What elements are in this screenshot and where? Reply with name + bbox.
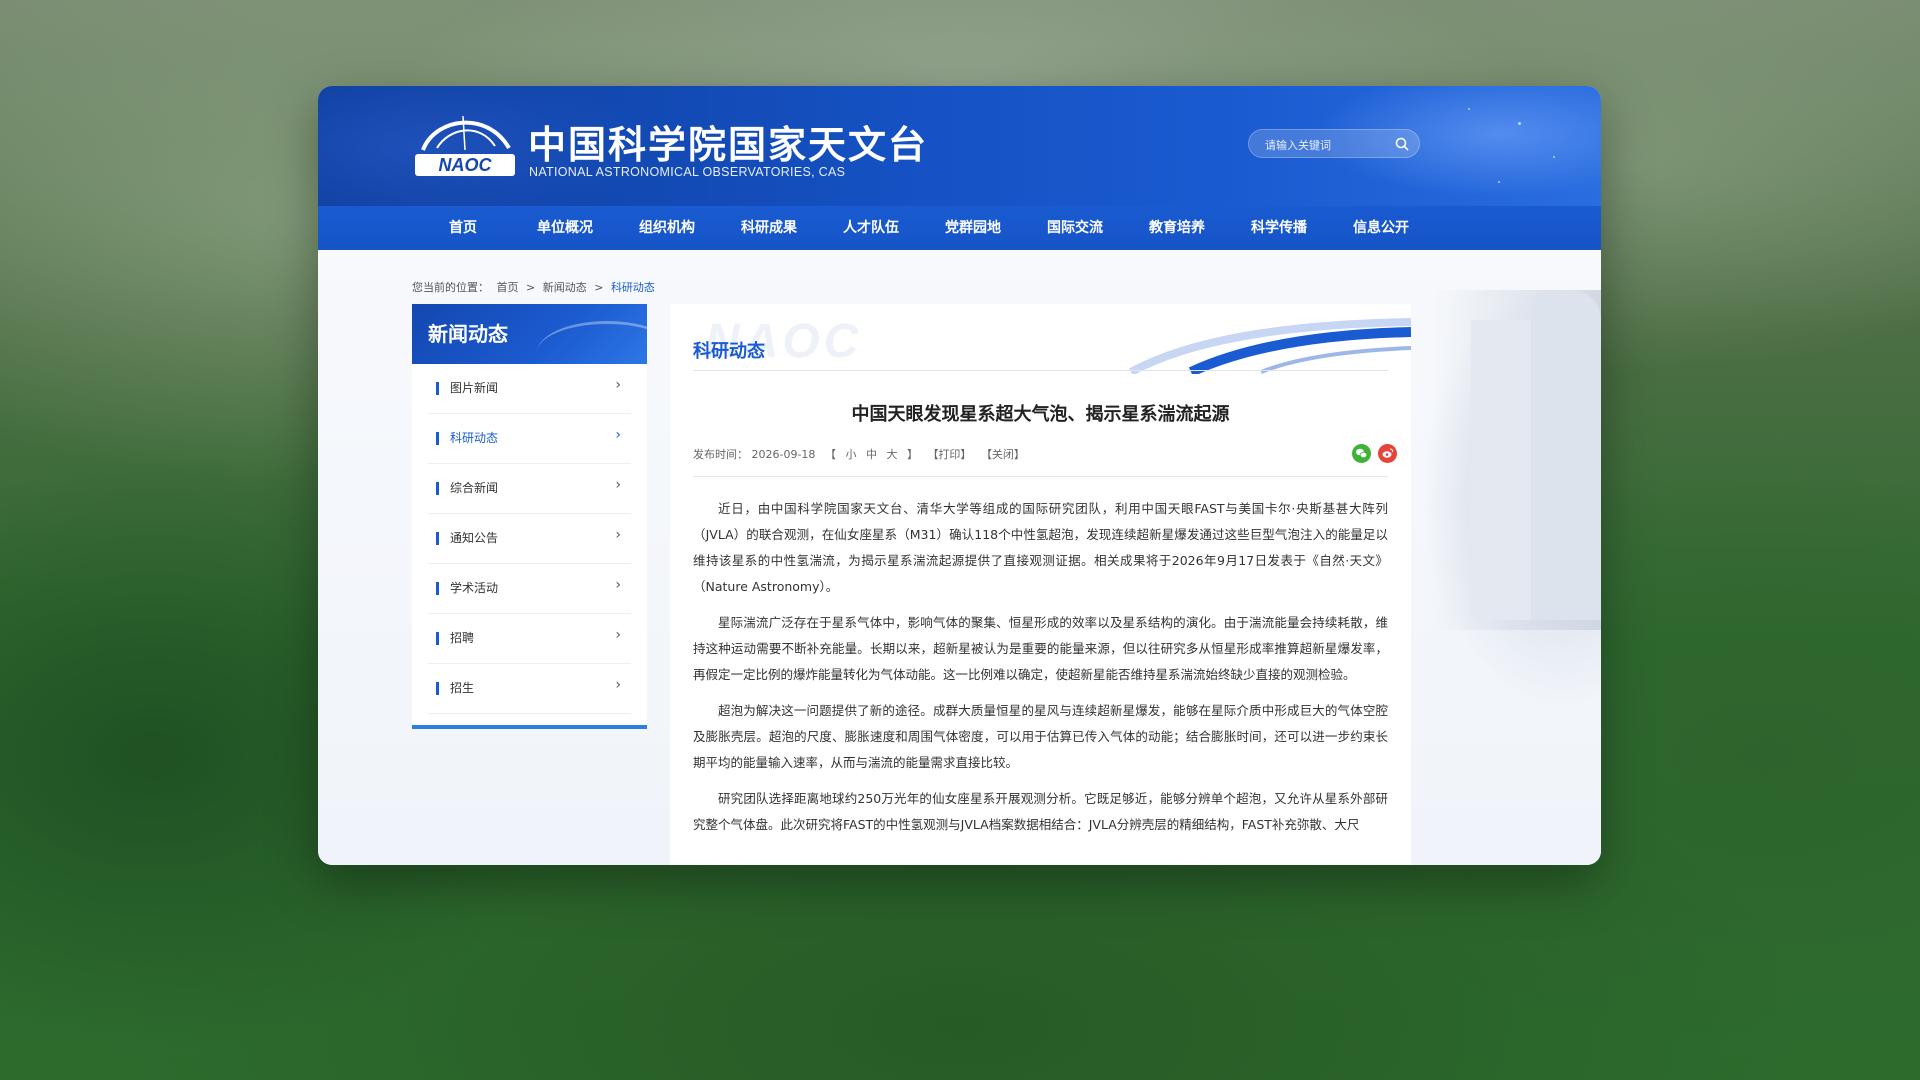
- nav-item-talent[interactable]: 人才队伍: [843, 206, 899, 250]
- sidebar-item-academic[interactable]: 学术活动 ›: [428, 564, 631, 614]
- sidebar-item-research-news[interactable]: 科研动态 ›: [428, 414, 631, 464]
- building-illustration: [1431, 290, 1601, 630]
- breadcrumb-news[interactable]: 新闻动态: [543, 281, 587, 294]
- article-paragraph: 近日，由中国科学院国家天文台、清华大学等组成的国际研究团队，利用中国天眼FAST…: [693, 501, 1388, 594]
- sidebar-item-marker: [436, 382, 439, 395]
- nav-item-about[interactable]: 单位概况: [537, 206, 593, 250]
- nav-item-home[interactable]: 首页: [449, 206, 477, 250]
- sidebar-item-label: 招聘: [450, 631, 475, 645]
- article-meta: 发布时间： 2026-09-18 【 小 中 大 】 【打印】 【关闭】: [693, 446, 1025, 462]
- search-box: [1248, 129, 1420, 158]
- sidebar-item-marker: [436, 682, 439, 695]
- sidebar-item-marker: [436, 482, 439, 495]
- site-header: NAOC 中国科学院国家天文台 NATIONAL ASTRONOMICAL OB…: [318, 86, 1601, 206]
- nav-item-disclosure[interactable]: 信息公开: [1353, 206, 1409, 250]
- decor-star: [1553, 156, 1555, 158]
- site-title-en: NATIONAL ASTRONOMICAL OBSERVATORIES, CAS: [529, 165, 846, 179]
- font-size-small-button[interactable]: 小: [845, 448, 856, 461]
- sidebar-item-general-news[interactable]: 综合新闻 ›: [428, 464, 631, 514]
- chevron-right-icon: ›: [615, 377, 621, 393]
- main-nav: 首页 单位概况 组织机构 科研成果 人才队伍 党群园地 国际交流 教育培养 科学…: [318, 206, 1601, 250]
- sidebar-item-label: 综合新闻: [450, 481, 499, 495]
- nav-item-party[interactable]: 党群园地: [945, 206, 1001, 250]
- sidebar-footer-bar: [412, 725, 647, 729]
- naoc-logo-icon[interactable]: NAOC: [413, 110, 517, 182]
- weibo-share-button[interactable]: [1378, 444, 1397, 463]
- building-tower: [1531, 290, 1601, 620]
- sidebar-item-label: 学术活动: [450, 581, 499, 595]
- font-size-medium-button[interactable]: 中: [866, 448, 877, 461]
- breadcrumb-prefix: 您当前的位置：: [412, 281, 489, 294]
- font-size-bracket-open: 【: [824, 448, 836, 461]
- search-input[interactable]: [1263, 134, 1397, 156]
- chevron-right-icon: ›: [615, 577, 621, 593]
- wechat-icon: [1356, 448, 1368, 459]
- meta-rule: [693, 476, 1388, 477]
- sidebar-item-photo-news[interactable]: 图片新闻 ›: [428, 364, 631, 414]
- article-body: 近日，由中国科学院国家天文台、清华大学等组成的国际研究团队，利用中国天眼FAST…: [693, 496, 1388, 848]
- decor-star: [1468, 108, 1470, 110]
- site-title-cn[interactable]: 中国科学院国家天文台: [528, 114, 928, 169]
- sidebar-item-label: 图片新闻: [450, 381, 499, 395]
- print-button[interactable]: 【打印】: [927, 448, 971, 461]
- article-paragraph: 超泡为解决这一问题提供了新的途径。成群大质量恒星的星风与连续超新星爆发，能够在星…: [693, 703, 1388, 770]
- nav-item-outreach[interactable]: 科学传播: [1251, 206, 1307, 250]
- weibo-icon: [1382, 448, 1394, 458]
- sidebar-item-label: 通知公告: [450, 531, 499, 545]
- article-header: NAOC 科研动态: [670, 304, 1411, 374]
- breadcrumb-current[interactable]: 科研动态: [611, 281, 655, 294]
- sidebar: 新闻动态 图片新闻 › 科研动态 › 综合新闻 › 通知公告 › 学术活动 ›: [412, 304, 647, 729]
- search-icon[interactable]: [1395, 137, 1409, 151]
- logo-text: NAOC: [439, 155, 493, 175]
- nav-item-education[interactable]: 教育培养: [1149, 206, 1205, 250]
- nav-item-international[interactable]: 国际交流: [1047, 206, 1103, 250]
- sidebar-item-marker: [436, 582, 439, 595]
- breadcrumb-separator: >: [594, 281, 604, 294]
- article-paragraph: 研究团队选择距离地球约250万光年的仙女座星系开展观测分析。它既足够近，能够分辨…: [693, 791, 1388, 832]
- chevron-right-icon: ›: [615, 627, 621, 643]
- building-block: [1471, 320, 1531, 620]
- font-size-large-button[interactable]: 大: [886, 448, 897, 461]
- chevron-right-icon: ›: [615, 677, 621, 693]
- chevron-right-icon: ›: [615, 527, 621, 543]
- sidebar-item-recruitment[interactable]: 招聘 ›: [428, 614, 631, 664]
- swoosh-decoration-icon: [1129, 318, 1411, 374]
- article-title: 中国天眼发现星系超大气泡、揭示星系湍流起源: [851, 404, 1230, 425]
- sidebar-item-marker: [436, 532, 439, 545]
- sidebar-item-label: 招生: [450, 681, 475, 695]
- sidebar-item-notices[interactable]: 通知公告 ›: [428, 514, 631, 564]
- sidebar-title: 新闻动态: [412, 304, 647, 364]
- sidebar-item-label: 科研动态: [450, 431, 499, 445]
- sidebar-item-marker: [436, 632, 439, 645]
- nav-item-organization[interactable]: 组织机构: [639, 206, 695, 250]
- publish-date-label: 发布时间：: [693, 448, 748, 461]
- sidebar-item-admissions[interactable]: 招生 ›: [428, 664, 631, 714]
- chevron-right-icon: ›: [615, 477, 621, 493]
- nav-item-research[interactable]: 科研成果: [741, 206, 797, 250]
- breadcrumb: 您当前的位置： 首页 > 新闻动态 > 科研动态: [412, 279, 659, 295]
- close-button[interactable]: 【关闭】: [981, 448, 1025, 461]
- sidebar-item-marker: [436, 432, 439, 445]
- decor-star: [1518, 122, 1521, 125]
- chevron-right-icon: ›: [615, 427, 621, 443]
- decor-star: [1498, 181, 1500, 183]
- publish-date: 2026-09-18: [751, 448, 816, 461]
- font-size-bracket-close: 】: [906, 448, 918, 461]
- article-panel: NAOC 科研动态 中国天眼发现星系超大气泡、揭示星系湍流起源 发布时间： 20…: [670, 304, 1411, 865]
- article-paragraph: 星际湍流广泛存在于星系气体中，影响气体的聚集、恒星形成的效率以及星系结构的演化。…: [693, 615, 1388, 682]
- section-label: 科研动态: [693, 341, 765, 362]
- browser-window: NAOC 中国科学院国家天文台 NATIONAL ASTRONOMICAL OB…: [318, 86, 1601, 865]
- header-rule: [693, 370, 1388, 371]
- wechat-share-button[interactable]: [1352, 444, 1371, 463]
- breadcrumb-separator: >: [526, 281, 536, 294]
- breadcrumb-home[interactable]: 首页: [497, 281, 519, 294]
